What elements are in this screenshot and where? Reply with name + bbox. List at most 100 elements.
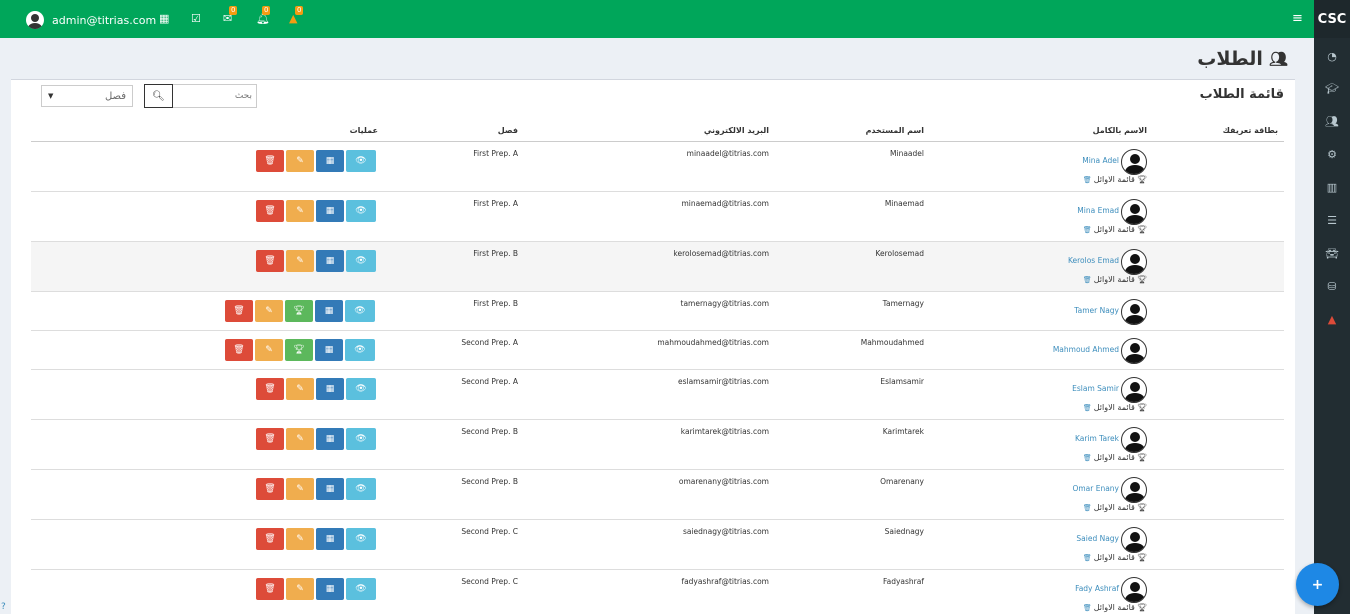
envelope-icon[interactable]: ✉ 0 <box>223 6 238 24</box>
bell-icon[interactable]: 🔔︎ 0 <box>256 6 271 24</box>
help-link[interactable]: ? <box>1 602 6 612</box>
student-name-link[interactable]: Mina Adel <box>1082 156 1119 165</box>
view-button[interactable]: 👁︎ <box>346 150 376 172</box>
delete-button[interactable]: 🗑︎ <box>256 200 284 222</box>
pencil-icon: ✎ <box>296 534 304 544</box>
grades-table-button[interactable]: ▦ <box>316 478 344 500</box>
bar-chart-icon[interactable]: ▥ <box>1314 181 1350 194</box>
edit-button[interactable]: ✎ <box>255 339 283 361</box>
grades-table-button[interactable]: ▦ <box>316 200 344 222</box>
users-icon[interactable]: 👥︎ <box>1314 115 1350 128</box>
student-name-link[interactable]: Eslam Samir <box>1072 384 1119 393</box>
delete-button[interactable]: 🗑︎ <box>256 578 284 600</box>
edit-button[interactable]: ✎ <box>286 200 314 222</box>
view-button[interactable]: 👁︎ <box>345 339 375 361</box>
class-select[interactable]: ▼ فصل <box>41 85 133 107</box>
trash-icon[interactable]: 🗑︎ <box>1083 604 1092 612</box>
graduation-cap-icon[interactable]: 🎓︎ <box>1314 82 1350 95</box>
trash-icon[interactable]: 🗑︎ <box>1083 276 1092 284</box>
grades-table-button[interactable]: ▦ <box>316 428 344 450</box>
student-name-link[interactable]: Saied Nagy <box>1076 534 1119 543</box>
header-full-name: الاسم بالكامل <box>1092 126 1147 135</box>
add-button[interactable]: + <box>1296 563 1339 606</box>
trash-icon[interactable]: 🗑︎ <box>1083 176 1092 184</box>
menu-icon[interactable]: ≡ <box>1292 12 1303 25</box>
grades-table-button[interactable]: ▦ <box>315 339 343 361</box>
view-button[interactable]: 👁︎ <box>346 378 376 400</box>
username-cell: Mahmoudahmed <box>860 338 924 347</box>
check-square-icon[interactable]: ☑ <box>191 13 201 24</box>
trash-icon[interactable]: 🗑︎ <box>1083 454 1092 462</box>
gear-icon[interactable]: ⚙ <box>1314 148 1350 161</box>
edit-button[interactable]: ✎ <box>286 578 314 600</box>
leaders-list-link[interactable]: 🏆︎ قائمة الاوائل 🗑︎ <box>1083 403 1147 412</box>
trophy-button[interactable]: 🏆︎ <box>285 300 313 322</box>
leaders-list-link[interactable]: 🏆︎ قائمة الاوائل 🗑︎ <box>1083 175 1147 184</box>
student-name-link[interactable]: Kerolos Emad <box>1068 256 1119 265</box>
edit-button[interactable]: ✎ <box>255 300 283 322</box>
warning-icon[interactable]: ▲ 0 <box>289 6 304 24</box>
delete-button[interactable]: 🗑︎ <box>256 378 284 400</box>
trophy-icon: 🏆︎ <box>293 306 305 316</box>
search-button[interactable]: 🔍︎ <box>144 84 173 108</box>
car-icon[interactable]: 🚘︎ <box>1314 247 1350 260</box>
view-button[interactable]: 👁︎ <box>346 428 376 450</box>
warning-icon[interactable]: ▲ <box>1314 313 1350 326</box>
view-button[interactable]: 👁︎ <box>346 200 376 222</box>
edit-button[interactable]: ✎ <box>286 428 314 450</box>
database-icon[interactable]: ⛁ <box>1314 280 1350 293</box>
calendar-icon[interactable]: ▦ <box>159 13 169 24</box>
trash-icon[interactable]: 🗑︎ <box>1083 554 1092 562</box>
trash-icon: 🗑︎ <box>233 345 245 355</box>
view-button[interactable]: 👁︎ <box>346 528 376 550</box>
student-name-link[interactable]: Karim Tarek <box>1075 434 1119 443</box>
table-row: Mahmoud Ahmed Mahmoudahmed mahmoudahmed@t… <box>31 331 1284 370</box>
trash-icon[interactable]: 🗑︎ <box>1083 226 1092 234</box>
leaders-list-link[interactable]: 🏆︎ قائمة الاوائل 🗑︎ <box>1083 453 1147 462</box>
delete-button[interactable]: 🗑︎ <box>225 339 253 361</box>
view-button[interactable]: 👁︎ <box>346 250 376 272</box>
leaders-list-link[interactable]: 🏆︎ قائمة الاوائل 🗑︎ <box>1083 275 1147 284</box>
search-input[interactable] <box>173 84 257 108</box>
trash-icon[interactable]: 🗑︎ <box>1083 504 1092 512</box>
student-name-link[interactable]: Fady Ashraf <box>1075 584 1119 593</box>
delete-button[interactable]: 🗑︎ <box>256 478 284 500</box>
grades-table-button[interactable]: ▦ <box>316 378 344 400</box>
edit-button[interactable]: ✎ <box>286 528 314 550</box>
table-icon: ▦ <box>325 434 335 444</box>
grades-table-button[interactable]: ▦ <box>316 150 344 172</box>
view-button[interactable]: 👁︎ <box>346 578 376 600</box>
student-name-link[interactable]: Mahmoud Ahmed <box>1053 345 1119 354</box>
grades-table-button[interactable]: ▦ <box>316 578 344 600</box>
edit-button[interactable]: ✎ <box>286 478 314 500</box>
leaders-list-link[interactable]: 🏆︎ قائمة الاوائل 🗑︎ <box>1083 553 1147 562</box>
delete-button[interactable]: 🗑︎ <box>256 250 284 272</box>
student-name-link[interactable]: Omar Enany <box>1072 484 1119 493</box>
student-name-link[interactable]: Mina Emad <box>1077 206 1119 215</box>
edit-button[interactable]: ✎ <box>286 378 314 400</box>
list-icon[interactable]: ☰ <box>1314 214 1350 227</box>
delete-button[interactable]: 🗑︎ <box>256 150 284 172</box>
delete-button[interactable]: 🗑︎ <box>225 300 253 322</box>
trophy-button[interactable]: 🏆︎ <box>285 339 313 361</box>
leaders-list-link[interactable]: 🏆︎ قائمة الاوائل 🗑︎ <box>1083 225 1147 234</box>
brand-logo[interactable]: CSC <box>1314 0 1350 38</box>
edit-button[interactable]: ✎ <box>286 150 314 172</box>
dashboard-icon[interactable]: ◔ <box>1314 50 1350 63</box>
eye-icon: 👁︎ <box>355 434 367 444</box>
delete-button[interactable]: 🗑︎ <box>256 428 284 450</box>
edit-button[interactable]: ✎ <box>286 250 314 272</box>
leaders-list-link[interactable]: 🏆︎ قائمة الاوائل 🗑︎ <box>1083 603 1147 612</box>
grades-table-button[interactable]: ▦ <box>316 250 344 272</box>
user-menu[interactable]: admin@titrias.com <box>26 11 156 29</box>
trash-icon[interactable]: 🗑︎ <box>1083 404 1092 412</box>
view-button[interactable]: 👁︎ <box>346 478 376 500</box>
trophy-icon: 🏆︎ <box>1136 225 1147 234</box>
grades-table-button[interactable]: ▦ <box>315 300 343 322</box>
student-name-link[interactable]: Tamer Nagy <box>1074 306 1119 315</box>
view-button[interactable]: 👁︎ <box>345 300 375 322</box>
delete-button[interactable]: 🗑︎ <box>256 528 284 550</box>
leaders-list-link[interactable]: 🏆︎ قائمة الاوائل 🗑︎ <box>1083 503 1147 512</box>
grades-table-button[interactable]: ▦ <box>316 528 344 550</box>
email-cell: fadyashraf@titrias.com <box>681 577 769 586</box>
